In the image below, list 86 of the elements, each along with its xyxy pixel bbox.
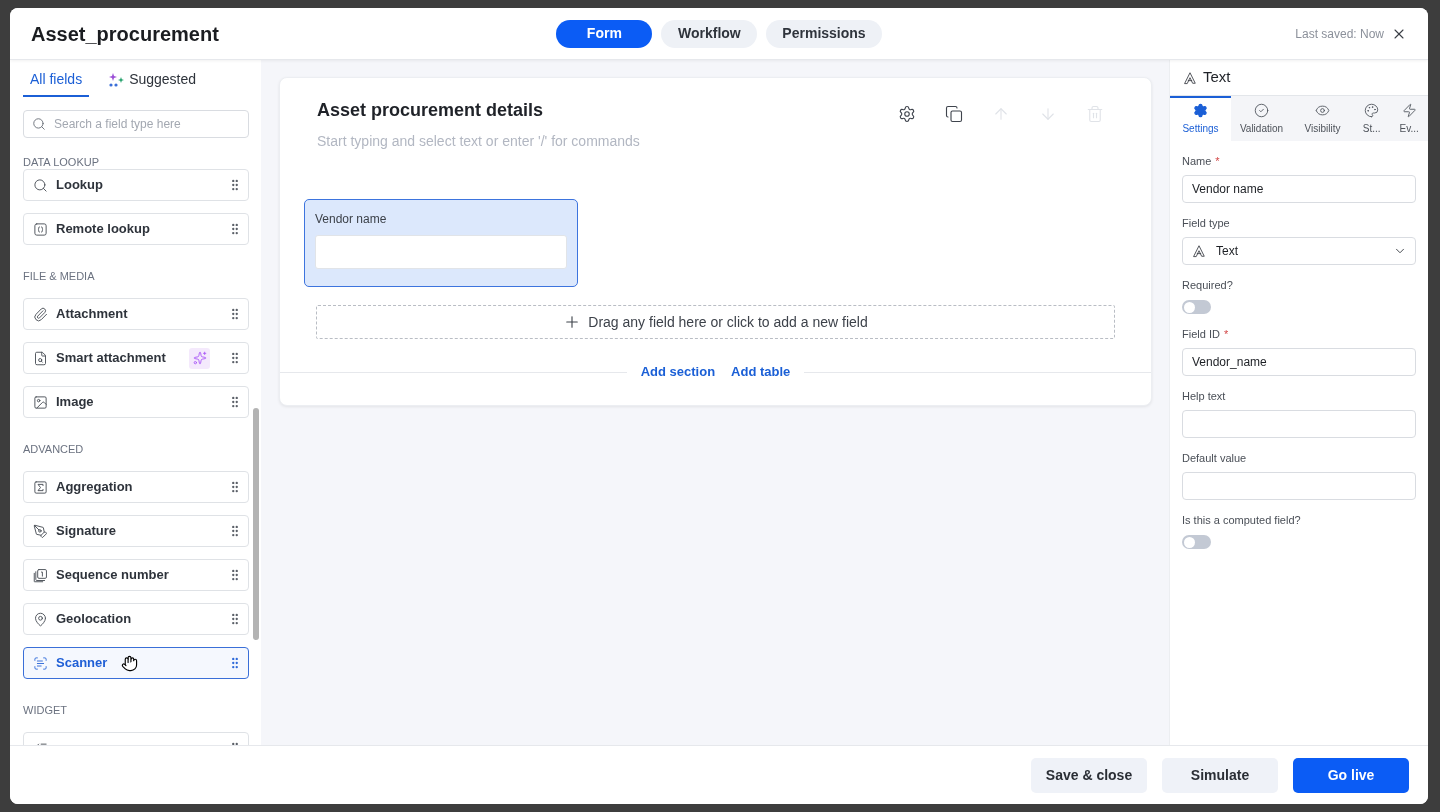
text-input-field[interactable] <box>315 235 567 269</box>
view-tab[interactable]: Form <box>556 19 653 48</box>
field-type-label: Remote lookup <box>56 220 150 239</box>
hand-cursor-icon <box>121 654 139 672</box>
field-type-item[interactable]: Signature <box>23 515 249 547</box>
property-label: Name <box>1182 154 1212 168</box>
text-input-field[interactable] <box>1182 472 1416 500</box>
view-tab[interactable]: Workflow <box>661 19 758 48</box>
pen-nib-icon <box>33 523 48 539</box>
field-label: Vendor name <box>315 211 388 227</box>
text-type-icon <box>1192 244 1206 258</box>
view-tab[interactable]: Permissions <box>766 19 882 48</box>
paperclip-icon <box>33 306 48 322</box>
property-tab[interactable]: Ev... <box>1390 96 1428 141</box>
copy-icon[interactable] <box>945 105 963 123</box>
text-input-field[interactable] <box>1182 410 1416 438</box>
drop-zone-text: Drag any field here or click to add a new field <box>588 312 868 332</box>
field-type-select[interactable]: Text <box>1182 237 1416 265</box>
text-type-icon <box>1183 70 1197 85</box>
group-heading: ADVANCED <box>23 442 85 456</box>
action-button[interactable]: Save & close <box>1031 757 1147 793</box>
required-mark: * <box>1223 327 1229 341</box>
add-link[interactable]: Add table <box>731 362 791 382</box>
stacked-squares-icon <box>33 567 48 583</box>
field-type-item[interactable]: Lookup <box>23 169 249 201</box>
field-type-item[interactable]: Geolocation <box>23 603 249 635</box>
field-type-item[interactable]: Remote lookup <box>23 213 249 245</box>
document-search-icon <box>33 350 48 366</box>
image-icon <box>33 394 48 410</box>
search-field[interactable]: Search a field type here <box>23 110 249 138</box>
sidebar-tab[interactable]: Suggested <box>100 64 204 97</box>
group-heading: DATA LOOKUP <box>23 155 100 169</box>
property-label: Is this a computed field? <box>1182 513 1301 527</box>
check-circle-icon <box>1254 103 1269 118</box>
text-input-field[interactable]: Vendor name <box>1182 175 1416 203</box>
field-type-label: Geolocation <box>56 610 132 629</box>
property-label: Required? <box>1182 278 1233 292</box>
section-title[interactable]: Asset procurement details <box>317 99 640 121</box>
settings-icon <box>1193 103 1208 118</box>
field-type-item[interactable]: Scanner <box>23 647 249 679</box>
text-input-field[interactable]: Vendor_name <box>1182 348 1416 376</box>
scrollbar-thumb[interactable] <box>253 408 259 640</box>
drop-zone[interactable]: Drag any field here or click to add a new field <box>316 305 1115 339</box>
sigma-icon <box>33 479 48 495</box>
search-icon <box>33 177 48 193</box>
property-label: Default value <box>1182 451 1247 465</box>
scan-icon <box>33 655 48 671</box>
required-mark: * <box>1215 154 1220 168</box>
field-type-label: Image <box>56 393 94 412</box>
map-pin-icon <box>33 611 48 627</box>
property-tab[interactable]: St... <box>1353 96 1391 141</box>
action-button[interactable]: Simulate <box>1162 757 1278 793</box>
form-field-card[interactable]: Vendor name <box>304 199 578 287</box>
panel-title: Text <box>1203 67 1231 88</box>
field-type-item[interactable]: Attachment <box>23 298 249 330</box>
form-title: Asset_procurement <box>31 21 219 47</box>
field-type-label: Aggregation <box>56 478 133 497</box>
field-type-label: Lookup <box>56 176 103 195</box>
braces-icon <box>33 221 48 237</box>
eye-icon <box>1315 103 1330 118</box>
group-heading: WIDGET <box>23 703 68 717</box>
property-label: Field ID <box>1182 327 1220 341</box>
property-tab[interactable]: Visibility <box>1292 96 1353 141</box>
toggle-switch[interactable] <box>1182 535 1211 549</box>
palette-icon <box>1364 103 1380 118</box>
field-type-item[interactable]: Sequence number <box>23 559 249 591</box>
last-saved-text: Last saved: Now <box>1295 25 1384 43</box>
field-type-item[interactable]: Aggregation <box>23 471 249 503</box>
settings-icon[interactable] <box>898 105 916 123</box>
field-type-label: Signature <box>56 522 116 541</box>
go-live-button[interactable]: Go live <box>1293 757 1409 793</box>
toggle-switch[interactable] <box>1182 300 1211 314</box>
property-label: Field type <box>1182 216 1230 230</box>
field-type-item[interactable]: Image <box>23 386 249 418</box>
group-heading: FILE & MEDIA <box>23 269 96 283</box>
add-link[interactable]: Add section <box>640 362 716 382</box>
field-type-label: Smart attachment <box>56 349 166 368</box>
property-tab[interactable]: Validation <box>1231 96 1292 141</box>
field-type-label: Attachment <box>56 305 128 324</box>
property-label: Help text <box>1182 389 1226 403</box>
field-type-label: Scanner <box>56 654 108 673</box>
field-type-item[interactable]: Smart attachment <box>23 342 249 374</box>
sidebar-tab[interactable]: All fields <box>23 64 90 97</box>
lightning-icon <box>1401 103 1417 118</box>
search-icon <box>32 117 46 131</box>
field-type-label: Sequence number <box>56 566 169 585</box>
